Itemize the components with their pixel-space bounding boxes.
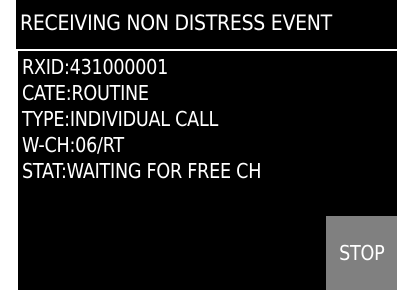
call-info-list: RXID:431000001 CATE:ROUTINE TYPE:INDIVID… — [22, 54, 294, 184]
category-line: CATE:ROUTINE — [22, 81, 149, 105]
stop-button[interactable]: STOP — [326, 216, 397, 290]
status-line: STAT:WAITING FOR FREE CH — [22, 159, 262, 183]
screen-title: RECEIVING NON DISTRESS EVENT — [20, 11, 332, 35]
stop-button-label: STOP — [338, 241, 385, 265]
type-line: TYPE:INDIVIDUAL CALL — [22, 107, 219, 131]
display-screen: RECEIVING NON DISTRESS EVENT RXID:431000… — [16, 0, 397, 290]
working-channel-line: W-CH:06/RT — [22, 133, 124, 157]
title-bar: RECEIVING NON DISTRESS EVENT — [16, 0, 397, 48]
rxid-line: RXID:431000001 — [22, 55, 169, 79]
